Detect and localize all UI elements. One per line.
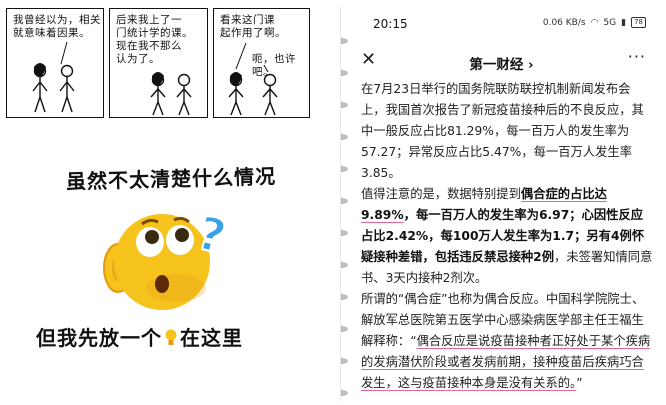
xkcd-comic: 我曾经以为，相关 就意味着因果。 后来我上了一 门统计学的课。 现在我不那么 认… — [6, 8, 310, 118]
svg-text:?: ? — [192, 205, 232, 264]
status-bar: 20:15 0.06 KB/s ◠ 5G ▮ 78 — [341, 17, 661, 35]
meme-image: 我曾经以为，相关 就意味着因果。 后来我上了一 门统计学的课。 现在我不那么 认… — [0, 0, 320, 405]
article-paragraph-1: 在7月23日举行的国务院联防联控机制新闻发布会上，我国首次报告了新冠疫苗接种后的… — [361, 82, 644, 180]
status-icons: 0.06 KB/s ◠ 5G ▮ 78 — [543, 17, 646, 28]
status-time: 20:15 — [373, 17, 408, 31]
article-paragraph-2: 值得注意的是，数据特别提到偶合症的占比达9.89%，每一百万人的发生率为6.97… — [361, 187, 653, 285]
stick-figures-2 — [150, 72, 192, 116]
more-icon[interactable]: ··· — [628, 47, 646, 66]
lightbulb-icon — [165, 329, 177, 345]
comic-panel-1: 我曾经以为，相关 就意味着因果。 — [6, 8, 104, 118]
meme-caption-top: 虽然不太清楚什么情况 — [65, 164, 277, 194]
phone-screenshot: 20:15 0.06 KB/s ◠ 5G ▮ 78 ✕ 第一财经 › ··· 在… — [340, 7, 661, 401]
battery-icon: 78 — [631, 17, 646, 28]
network-speed: 0.06 KB/s — [542, 17, 586, 28]
meme-caption-bottom: 但我先放一个 在这里 — [36, 326, 243, 350]
signal-label: 5G — [603, 17, 617, 28]
source-title[interactable]: 第一财经 › — [341, 53, 661, 73]
wifi-icon: ◠ — [590, 17, 599, 28]
signal-icon: ▮ — [621, 17, 627, 28]
comic-panel-2: 后来我上了一 门统计学的课。 现在我不那么 认为了。 — [109, 8, 208, 118]
nav-bar: ✕ 第一财经 › ··· — [341, 47, 661, 77]
article-body: 在7月23日举行的国务院联防联控机制新闻发布会上，我国首次报告了新冠疫苗接种后的… — [361, 79, 653, 394]
comic-panel-3: 看来这门课 起作用了啊。 呃，也许吧。 — [213, 8, 310, 118]
confused-emoji-icon: ? — [103, 204, 232, 310]
article-paragraph-3: 所谓的“偶合症”也称为偶合反应。中国科学院院士、解放军总医院第五医学中心感染病医… — [361, 292, 651, 390]
stick-figures-3 — [228, 42, 278, 116]
stick-figures-1 — [32, 41, 75, 113]
